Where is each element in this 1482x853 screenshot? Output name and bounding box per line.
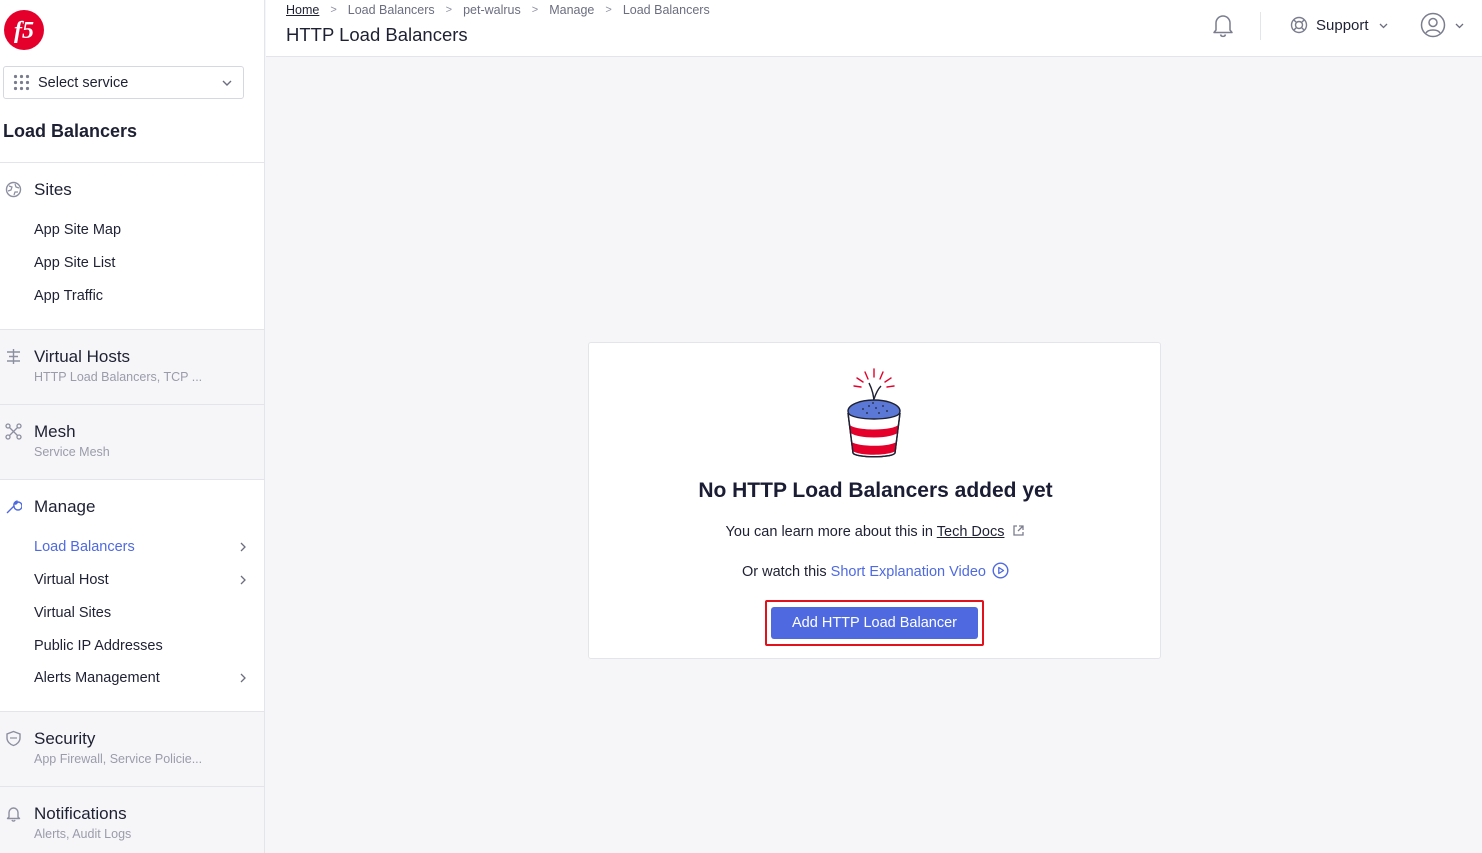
chevron-right-icon [240,542,246,552]
sidebar-section-subtitle-notifications: Alerts, Audit Logs [34,827,132,841]
sidebar-item-virtual-sites[interactable]: Virtual Sites [34,605,111,621]
breadcrumb-separator: > [531,4,539,16]
wrench-icon [6,500,22,514]
explanation-video-link[interactable]: Short Explanation Video [831,564,986,580]
sidebar-item-load-balancers[interactable]: Load Balancers [34,539,135,555]
sidebar-section-label-manage[interactable]: Manage [34,497,95,517]
sidebar-section-subtitle-virtual-hosts: HTTP Load Balancers, TCP ... [34,370,203,384]
video-line: Or watch this Short Explanation Video [589,562,1162,580]
sidebar-item-app-site-map[interactable]: App Site Map [34,222,121,238]
svg-text:f5: f5 [14,18,34,44]
service-selector[interactable]: Select service [3,66,244,99]
add-http-load-balancer-button[interactable]: Add HTTP Load Balancer [771,607,978,639]
sidebar-section-manage: Manage Load Balancers Virtual Host Virtu… [0,480,264,711]
sidebar-section-security[interactable]: Security App Firewall, Service Policie..… [0,712,264,786]
tech-docs-prefix: You can learn more about this in [725,524,937,540]
virtual-host-icon [7,349,20,364]
video-prefix: Or watch this [742,564,831,580]
lifebuoy-icon [1290,16,1308,34]
header-divider [1260,12,1261,40]
mesh-icon [5,423,22,440]
sidebar: f5 Select service Load Balancers Sites A… [0,0,265,853]
top-header: Home > Load Balancers > pet-walrus > Man… [266,0,1482,57]
sidebar-item-alerts-management[interactable]: Alerts Management [34,670,160,686]
breadcrumb-separator: > [445,4,453,16]
chevron-down-icon [1455,23,1464,28]
bell-icon [6,807,21,822]
user-circle-icon [1420,12,1446,38]
chevron-right-icon [240,673,246,683]
empty-pot-illustration [847,368,901,458]
sidebar-item-app-site-list[interactable]: App Site List [34,255,115,271]
sidebar-section-notifications[interactable]: Notifications Alerts, Audit Logs [0,787,264,853]
tech-docs-line: You can learn more about this in Tech Do… [589,524,1162,540]
shield-icon [6,730,21,747]
external-link-icon[interactable] [1012,524,1025,537]
breadcrumb-separator: > [605,4,612,16]
sidebar-section-label-security: Security [34,729,96,748]
support-label: Support [1316,16,1369,34]
globe-icon [5,181,22,198]
sidebar-section-label-virtual-hosts: Virtual Hosts [34,347,131,366]
breadcrumb-load-balancers[interactable]: Load Balancers [348,3,435,17]
breadcrumb-separator: > [330,4,337,16]
f5-logo[interactable]: f5 [3,9,45,51]
sidebar-section-virtual-hosts[interactable]: Virtual Hosts HTTP Load Balancers, TCP .… [0,330,264,404]
breadcrumb-namespace[interactable]: pet-walrus [463,3,521,17]
support-menu[interactable]: Support [1290,14,1389,36]
empty-state-title: No HTTP Load Balancers added yet [698,479,1053,502]
sidebar-section-label-mesh: Mesh [34,422,76,441]
page-title: HTTP Load Balancers [286,24,468,45]
chevron-right-icon [240,575,246,585]
sidebar-item-public-ip-addresses[interactable]: Public IP Addresses [34,638,163,654]
sidebar-section-subtitle-security: App Firewall, Service Policie... [34,752,203,766]
sidebar-section-subtitle-mesh: Service Mesh [34,445,110,459]
sidebar-section-label-sites[interactable]: Sites [34,180,72,200]
sidebar-item-virtual-host[interactable]: Virtual Host [34,572,109,588]
breadcrumb: Home > Load Balancers > pet-walrus > Man… [286,3,710,17]
chevron-down-icon [222,80,232,86]
play-circle-icon[interactable] [992,562,1009,579]
sidebar-title: Load Balancers [3,121,138,141]
apps-grid-icon [13,74,30,91]
breadcrumb-current: Load Balancers [622,3,710,17]
chevron-down-icon [1379,23,1388,28]
sidebar-section-mesh[interactable]: Mesh Service Mesh [0,405,264,479]
breadcrumb-manage[interactable]: Manage [549,3,594,17]
bell-icon[interactable] [1211,12,1235,38]
tech-docs-link[interactable]: Tech Docs [937,524,1005,540]
sidebar-item-app-traffic[interactable]: App Traffic [34,288,103,304]
empty-state-card: No HTTP Load Balancers added yet You can… [588,342,1161,659]
service-selector-label: Select service [38,74,129,91]
sidebar-section-label-notifications: Notifications [34,804,127,823]
breadcrumb-home[interactable]: Home [286,3,319,17]
user-menu[interactable] [1420,12,1465,38]
sidebar-section-sites: Sites App Site Map App Site List App Tra… [0,163,264,329]
